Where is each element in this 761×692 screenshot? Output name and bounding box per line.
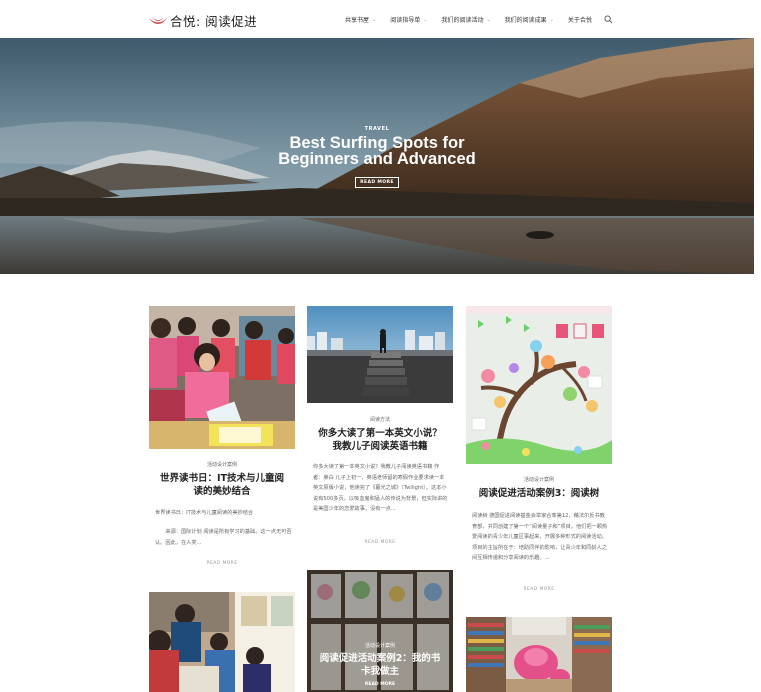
- post-category[interactable]: 活动设计案例: [466, 476, 612, 483]
- nav-item-about[interactable]: 关于合悦: [568, 15, 592, 24]
- read-more-link[interactable]: READ MORE: [307, 682, 453, 687]
- nav-item-reading-guide[interactable]: 阅读指导单 ⌄: [390, 15, 428, 25]
- site-logo[interactable]: 合悦: 阅读促进: [149, 11, 257, 30]
- library-reading-corner-photo: [466, 617, 612, 692]
- nav-item-our-activities[interactable]: 我们的阅读活动 ⌄: [441, 15, 491, 25]
- hero-title-line1: Best Surfing Spots for: [289, 134, 465, 152]
- post-category[interactable]: 阅读方法: [307, 416, 453, 423]
- read-more-link[interactable]: READ MORE: [149, 561, 295, 566]
- post-thumbnail[interactable]: [466, 306, 612, 464]
- nav-item-our-results[interactable]: 我们的阅读成果 ⌄: [504, 15, 554, 25]
- logo-icon: [149, 16, 167, 24]
- read-more-link[interactable]: READ MORE: [307, 540, 453, 545]
- post-title[interactable]: 阅读促进活动案例2：我的书卡我做主: [307, 652, 453, 678]
- chevron-down-icon: ⌄: [423, 16, 428, 23]
- post-category[interactable]: 活动设计案例: [307, 642, 453, 649]
- post-card-overlay: 活动设计案例 阅读促进活动案例2：我的书卡我做主 READ MORE: [307, 570, 453, 692]
- nav-label: 共享书屋: [345, 17, 370, 24]
- chevron-down-icon: ⌄: [372, 16, 377, 23]
- post-card: 活动设计案例 世界读书日：IT技术与儿童阅读的美妙结合 世界读书日：IT技术与儿…: [149, 306, 295, 574]
- nav-label: 关于合悦: [567, 17, 592, 24]
- reading-tree-wall-photo: [466, 306, 612, 464]
- hero-banner[interactable]: TRAVEL Best Surfing Spots for Beginners …: [0, 38, 754, 274]
- nav-label: 我们的阅读成果: [504, 17, 547, 24]
- post-title[interactable]: 你多大读了第一本英文小说？我教儿子阅读英语书籍: [307, 427, 453, 453]
- hero-title-line2: Beginners and Advanced: [278, 150, 476, 168]
- post-thumbnail[interactable]: [149, 306, 295, 449]
- man-on-steps-photo: [307, 306, 453, 403]
- post-title[interactable]: 世界读书日：IT技术与儿童阅读的美妙结合: [149, 472, 295, 498]
- post-title[interactable]: 阅读促进活动案例3：阅读树: [466, 487, 612, 500]
- post-thumbnail[interactable]: [466, 617, 612, 692]
- post-excerpt: 世界读书日：IT技术与儿童阅读的美妙结合: [155, 510, 254, 516]
- post-card: 阅读方法 你多大读了第一本英文小说？我教儿子阅读英语书籍 你多大读了第一本英文小…: [307, 306, 453, 550]
- chevron-down-icon: ⌄: [486, 16, 491, 23]
- site-header: 合悦: 阅读促进 共享书屋 ⌄ 阅读指导单 ⌄ 我们的阅读活动 ⌄ 我们的阅读成果 ⌄ …: [0, 0, 761, 38]
- post-card: [149, 592, 295, 692]
- search-icon[interactable]: [604, 15, 613, 24]
- hero-title[interactable]: Best Surfing Spots for Beginners and Adv…: [0, 134, 754, 168]
- post-thumbnail[interactable]: [149, 592, 295, 692]
- post-excerpt: 你多大读了第一本英文小说？我教儿子阅读英语书籍 作者：莱白 儿子上初一，英语老师…: [313, 464, 448, 512]
- nav-item-shared-bookhouse[interactable]: 共享书屋 ⌄: [345, 15, 377, 25]
- nav-label: 阅读指导单: [390, 17, 421, 24]
- post-excerpt: 阅读树 德国促进阅读基金会举家合率第12，藉法尔反书教育部，共同创建了第一个“阅…: [472, 513, 608, 561]
- chevron-down-icon: ⌄: [549, 16, 554, 23]
- post-category[interactable]: 活动设计案例: [149, 461, 295, 468]
- hero-read-more-button[interactable]: READ MORE: [355, 177, 399, 188]
- nav-label: 我们的阅读活动: [441, 17, 484, 24]
- post-card: 活动设计案例 阅读促进活动案例3：阅读树 阅读树 德国促进阅读基金会举家合率第1…: [466, 306, 612, 596]
- hero-category[interactable]: TRAVEL: [0, 126, 754, 132]
- logo-text: 合悦: 阅读促进: [170, 14, 258, 29]
- children-reading-photo: [149, 306, 295, 449]
- main-nav: 共享书屋 ⌄ 阅读指导单 ⌄ 我们的阅读活动 ⌄ 我们的阅读成果 ⌄ 关于合悦: [345, 15, 606, 25]
- post-card: [466, 617, 612, 692]
- post-excerpt-cont: 来源：国际计划 阅读是所有学习的基础。这一点无可否认。因此，在人类...: [155, 529, 292, 546]
- kids-in-classroom-photo: [149, 592, 295, 692]
- post-thumbnail[interactable]: [307, 306, 453, 403]
- read-more-link[interactable]: READ MORE: [466, 587, 612, 592]
